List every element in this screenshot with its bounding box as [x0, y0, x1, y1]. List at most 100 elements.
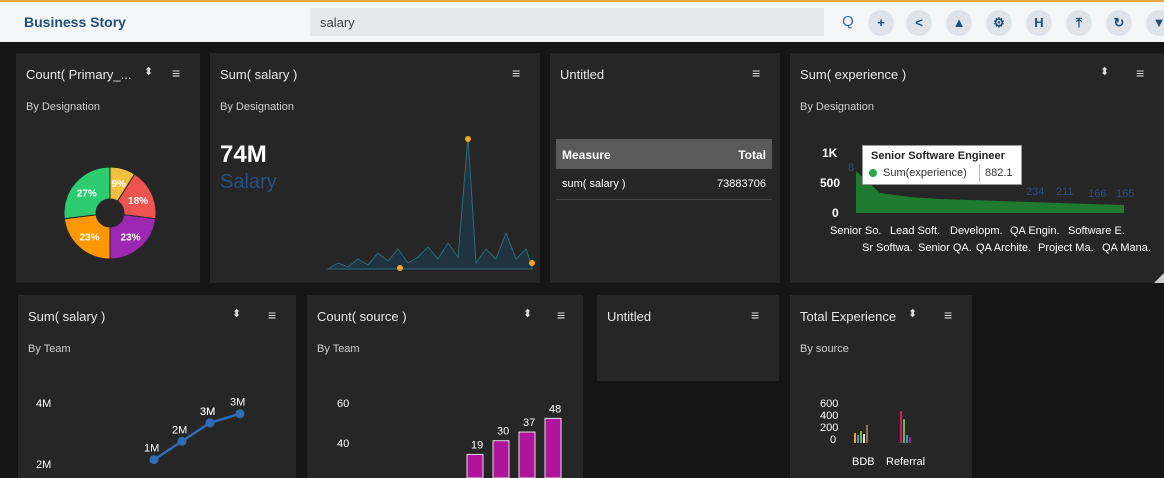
bar-mark [860, 431, 862, 443]
x-label: Referral [886, 456, 925, 468]
line-point [177, 436, 187, 446]
x-label: QA Mana. [1102, 242, 1151, 254]
panel-sum-salary-kpi: Sum( salary ) ≡ By Designation 74M Salar… [210, 53, 540, 283]
tooltip: Senior Software Engineer Sum(experience)… [862, 145, 1022, 185]
bar-chart: 60 40 19 30 37 48 [337, 398, 562, 478]
search-icon[interactable]: Q [836, 10, 860, 34]
panel-title: Untitled [560, 67, 605, 82]
y-tick: 1K [822, 146, 838, 160]
column-header-total[interactable]: Total [738, 148, 766, 162]
bar-mark [857, 435, 859, 443]
panel-untitled: Untitled ≡ [597, 295, 779, 381]
bar-mark [518, 431, 536, 478]
pie-slice-label: 23% [120, 232, 140, 243]
line-label: 2M [172, 424, 187, 436]
bar-label: 48 [549, 403, 561, 415]
refresh-icon[interactable]: ↻ [1106, 10, 1132, 36]
bar-mark [906, 435, 908, 443]
bar-mark [900, 411, 902, 443]
panel-sum-experience: Sum( experience ) ⬍ ≡ By Designation 1K … [790, 53, 1164, 283]
mini-bar-chart: 600 400 200 0 BDB Referral [820, 398, 925, 468]
y-tick: 600 [820, 398, 838, 410]
panel-count-source: Count( source ) ⬍ ≡ By Team 60 40 19 30 37… [307, 295, 583, 478]
y-tick: 4M [36, 398, 51, 410]
share-icon[interactable]: < [906, 10, 932, 36]
save-icon[interactable]: H [1026, 10, 1052, 36]
x-label: Developm. [950, 225, 1003, 237]
pie-hole [96, 199, 124, 227]
bar-label: 30 [497, 426, 509, 438]
top-bar: Business Story Q + < ▲ ⚙ H ⤒ ↻ ▼ [0, 0, 1164, 42]
panel-sum-salary-team: Sum( salary ) ⬍ ≡ By Team 4M 2M 1M 2M 3M 3M… [18, 295, 296, 478]
x-label: Senior QA. [918, 242, 972, 254]
measure-cell: sum( salary ) [562, 178, 626, 190]
panel-count-primary: Count( Primary_... ⬍ ≡ By Designation 9%… [16, 53, 200, 283]
pie-chart: 9%18% 23% 23% 27% [63, 166, 157, 260]
x-label: QA Engin. [1010, 225, 1060, 237]
panel-untitled-table: Untitled ≡ Measure Total sum( salary ) 7… [550, 53, 780, 283]
bar-mark [903, 419, 905, 443]
line-label: 3M [230, 397, 245, 409]
table-row: sum( salary ) 73883706 [556, 169, 772, 200]
y-tick: 500 [820, 176, 840, 190]
line-series [153, 412, 241, 461]
menu-icon[interactable]: ≡ [752, 65, 760, 81]
x-label: QA Archite. [976, 242, 1031, 254]
value-label: 166 [1088, 188, 1106, 200]
sparkline [326, 136, 535, 271]
gear-icon[interactable]: ⚙ [986, 10, 1012, 36]
y-tick: 60 [337, 398, 349, 410]
filter-icon[interactable]: ▼ [1146, 10, 1164, 36]
line-label: 3M [200, 406, 215, 418]
y-tick: 0 [830, 434, 836, 446]
y-tick: 2M [36, 459, 51, 471]
bar-mark [863, 434, 865, 443]
add-icon[interactable]: + [868, 10, 894, 36]
tooltip-value: 882.1 [985, 167, 1013, 179]
value-label: 211 [1056, 186, 1074, 198]
x-label: Project Ma. [1038, 242, 1094, 254]
y-tick: 400 [820, 410, 838, 422]
bar-mark [492, 440, 510, 478]
column-header-measure[interactable]: Measure [562, 148, 611, 162]
search-input[interactable] [310, 8, 824, 36]
y-tick: 0 [832, 206, 839, 220]
line-point [205, 418, 215, 428]
y-tick: 200 [820, 422, 838, 434]
menu-icon[interactable]: ≡ [751, 307, 759, 323]
tooltip-title: Senior Software Engineer [871, 150, 1005, 162]
bar-mark [909, 437, 911, 443]
line-chart: 4M 2M 1M2M3M3M3M [36, 397, 245, 471]
table-header: Measure Total [556, 139, 772, 169]
x-label: Lead Soft. [890, 225, 940, 237]
line-point [235, 409, 245, 419]
x-label: Sr Softwa. [862, 242, 913, 254]
tooltip-divider [979, 164, 980, 182]
bar-mark [854, 433, 856, 443]
bar-label: 37 [523, 417, 535, 429]
pie-slice-label: 18% [128, 196, 148, 207]
resize-handle [1154, 273, 1164, 283]
bell-icon[interactable]: ▲ [946, 10, 972, 36]
bar-mark [866, 425, 868, 443]
value-label: 165 [1116, 188, 1134, 200]
export-icon[interactable]: ⤒ [1066, 10, 1092, 36]
x-label: BDB [852, 456, 875, 468]
value-label: 8 [848, 162, 854, 174]
pie-slice-label: 27% [77, 188, 97, 199]
bar-label: 19 [471, 439, 483, 451]
x-label: Software E. [1068, 225, 1125, 237]
tooltip-label: Sum(experience) [883, 167, 967, 179]
x-label: Senior So. [830, 225, 881, 237]
pie-slice-label: 9% [111, 179, 126, 190]
line-label: 1M [144, 443, 159, 455]
panel-total-experience: Total Experience ⬍ ≡ By source 600 400 2… [790, 295, 972, 478]
app-brand[interactable]: Business Story [24, 14, 126, 30]
pie-slice-label: 23% [79, 232, 99, 243]
legend-dot-icon [869, 169, 877, 177]
bar-mark [544, 417, 562, 478]
y-tick: 40 [337, 438, 349, 450]
total-cell: 73883706 [717, 178, 766, 190]
panel-title: Untitled [607, 309, 652, 324]
bar-mark [466, 453, 484, 478]
